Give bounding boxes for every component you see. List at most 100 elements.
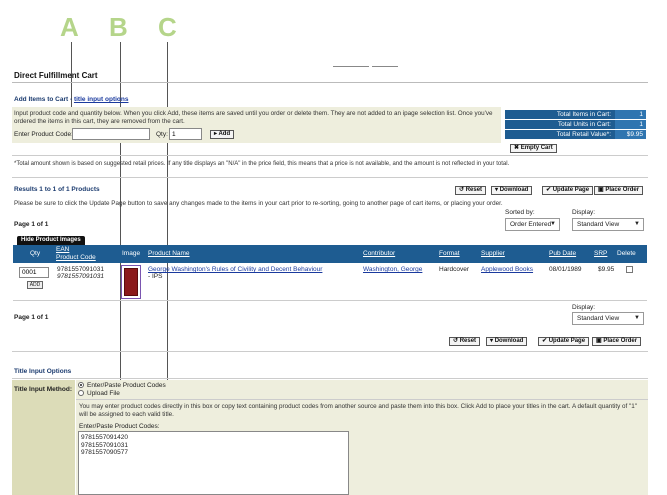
cart-icon: ▣ bbox=[596, 338, 602, 344]
code-line: 9781557091420 bbox=[81, 434, 128, 441]
reset-button-top[interactable]: ↺ Reset bbox=[455, 186, 487, 195]
update-page-button-top[interactable]: ✔ Update Page bbox=[542, 186, 594, 195]
product-code-label: Enter Product Code: bbox=[14, 131, 73, 138]
divider bbox=[12, 82, 648, 83]
row-format: Hardcover bbox=[439, 266, 469, 273]
row-supplier-link[interactable]: Applewood Books bbox=[481, 266, 533, 274]
reset-label: Reset bbox=[465, 187, 483, 193]
option-paste-label: Enter/Paste Product Codes bbox=[87, 382, 166, 389]
header-product-code: Product Code bbox=[56, 254, 96, 261]
title-input-instructions: You may enter product codes directly in … bbox=[79, 403, 637, 418]
results-note: Please be sure to click the Update Page … bbox=[14, 200, 503, 207]
total-units-row: Total Units in Cart: 1 bbox=[505, 120, 646, 129]
divider bbox=[12, 177, 648, 178]
qty-label: Qty: bbox=[156, 131, 168, 138]
display-select[interactable]: Standard View ▼ bbox=[572, 218, 644, 231]
add-button[interactable]: ▸ Add bbox=[210, 130, 235, 139]
option-upload-label: Upload File bbox=[87, 390, 120, 397]
row-qty-input[interactable] bbox=[19, 267, 49, 278]
download-button-bottom[interactable]: ▾ Download bbox=[486, 337, 528, 346]
header-ean-product-code[interactable]: EAN Product Code bbox=[56, 245, 96, 263]
sorted-by-select[interactable]: Order Entered ▼ bbox=[505, 218, 560, 231]
total-units-label: Total Units in Cart: bbox=[557, 121, 611, 128]
page-indicator-top: Page 1 of 1 bbox=[14, 221, 49, 228]
place-order-label: Place Order bbox=[603, 338, 638, 344]
empty-cart-button[interactable]: ✖ Empty Cart bbox=[510, 144, 557, 153]
chevron-down-icon: ▼ bbox=[634, 315, 640, 321]
reset-button-bottom[interactable]: ↺ Reset bbox=[449, 337, 481, 346]
header-ean: EAN bbox=[56, 246, 70, 253]
total-retail-label: Total Retail Value*: bbox=[556, 131, 611, 138]
total-items-label: Total Items in Cart: bbox=[556, 111, 611, 118]
hide-images-button[interactable]: Hide Product Images bbox=[17, 236, 85, 245]
code-line: 9781557091031 bbox=[81, 441, 128, 449]
top-tab-marker bbox=[333, 66, 369, 69]
page-title: Direct Fulfillment Cart bbox=[14, 71, 98, 80]
annotation-b-line bbox=[120, 42, 121, 392]
update-page-button-bottom[interactable]: ✔ Update Page bbox=[538, 337, 590, 346]
reset-icon: ↺ bbox=[453, 338, 459, 344]
header-srp[interactable]: SRP bbox=[594, 245, 608, 263]
total-retail-row: Total Retail Value*: $9.95 bbox=[505, 130, 646, 139]
radio-upload-file[interactable] bbox=[78, 390, 84, 396]
update-icon: ✔ bbox=[542, 338, 548, 344]
divider bbox=[12, 351, 648, 352]
header-format[interactable]: Format bbox=[439, 245, 460, 263]
add-button-label: Add bbox=[218, 131, 231, 137]
title-input-heading: Title Input Options bbox=[14, 368, 72, 375]
total-units-value: 1 bbox=[615, 120, 646, 129]
reset-icon: ↺ bbox=[459, 187, 465, 193]
product-code-input[interactable] bbox=[72, 128, 150, 140]
header-delete: Delete bbox=[617, 245, 636, 263]
radio-selected-dot bbox=[80, 384, 82, 386]
add-items-title: Add Items to Cart - bbox=[14, 96, 74, 103]
code-line: 9781557090577 bbox=[81, 449, 128, 456]
display-value-bottom: Standard View bbox=[577, 315, 620, 322]
radio-paste-codes[interactable] bbox=[78, 382, 84, 388]
download-icon: ▾ bbox=[495, 187, 499, 193]
qty-input[interactable] bbox=[169, 128, 202, 140]
title-input-options-link[interactable]: title input options bbox=[74, 96, 129, 103]
header-pub-date[interactable]: Pub Date bbox=[549, 245, 577, 263]
chevron-down-icon: ▼ bbox=[550, 221, 556, 227]
header-contributor[interactable]: Contributor bbox=[363, 245, 396, 263]
download-label: Download bbox=[494, 338, 524, 344]
codes-label: Enter/Paste Product Codes: bbox=[79, 423, 160, 430]
display-select-bottom[interactable]: Standard View ▼ bbox=[572, 312, 644, 325]
sorted-by-value: Order Entered bbox=[510, 221, 552, 228]
place-order-button-bottom[interactable]: ▣ Place Order bbox=[592, 337, 642, 346]
update-label: Update Page bbox=[552, 187, 590, 193]
product-codes-textarea[interactable]: 9781557091420 9781557091031 978155709057… bbox=[78, 431, 349, 495]
add-icon: ▸ bbox=[214, 131, 218, 137]
page-indicator-bottom: Page 1 of 1 bbox=[14, 314, 49, 321]
header-qty: Qty bbox=[30, 245, 41, 263]
book-cover-image bbox=[124, 268, 138, 296]
download-button-top[interactable]: ▾ Download bbox=[491, 186, 533, 195]
row-contributor-link[interactable]: Washington, George bbox=[363, 266, 422, 274]
divider bbox=[76, 399, 648, 400]
update-icon: ✔ bbox=[546, 187, 552, 193]
row-product-image[interactable] bbox=[121, 265, 141, 299]
results-heading: Results 1 to 1 of 1 Products bbox=[14, 186, 100, 193]
total-retail-value: $9.95 bbox=[615, 130, 646, 139]
header-image: Image bbox=[122, 245, 141, 263]
title-input-label-column bbox=[12, 380, 75, 495]
title-input-method-label: Title Input Method: bbox=[14, 386, 73, 393]
place-order-label: Place Order bbox=[605, 187, 640, 193]
add-items-heading: Add Items to Cart - title input options bbox=[14, 96, 128, 103]
row-delete-checkbox[interactable] bbox=[626, 266, 633, 273]
header-supplier[interactable]: Supplier bbox=[481, 245, 505, 263]
row-product-suffix: - IPS bbox=[148, 273, 163, 280]
row-add-tag[interactable]: ADD bbox=[27, 281, 43, 289]
chevron-down-icon: ▼ bbox=[634, 221, 640, 227]
row-product-name-link[interactable]: George Washington's Rules of Civility an… bbox=[148, 266, 348, 274]
display-label: Display: bbox=[572, 209, 596, 216]
display-value: Standard View bbox=[577, 221, 620, 228]
place-order-button-top[interactable]: ▣ Place Order bbox=[594, 186, 644, 195]
download-icon: ▾ bbox=[490, 338, 494, 344]
divider bbox=[12, 155, 648, 156]
sorted-by-label: Sorted by: bbox=[505, 209, 535, 216]
row-srp: $9.95 bbox=[598, 266, 615, 273]
header-product-name[interactable]: Product Name bbox=[148, 245, 190, 263]
display-label-bottom: Display: bbox=[572, 304, 596, 311]
